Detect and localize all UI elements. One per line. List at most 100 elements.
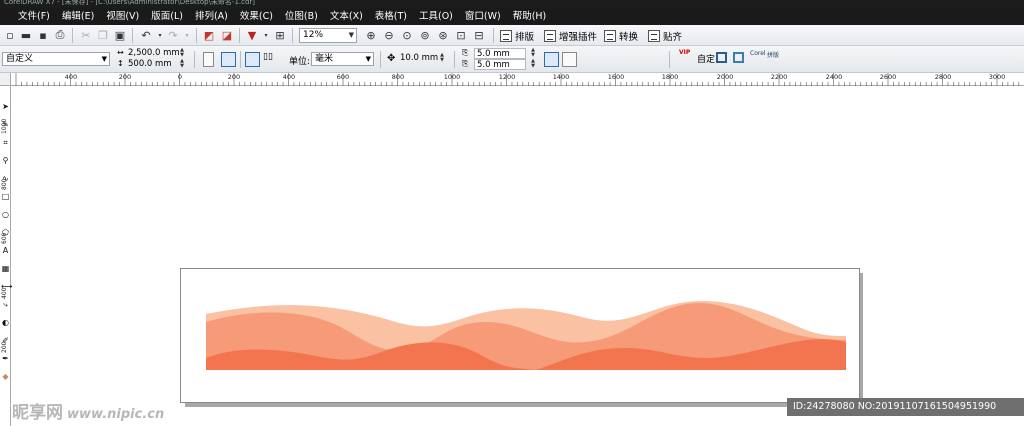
publish-dropdown-icon[interactable]: ▾ xyxy=(259,28,273,42)
duplicate-x-field[interactable]: 5.0 mm xyxy=(474,48,526,59)
crop-tool-icon[interactable]: ⌗ xyxy=(1,138,10,147)
qr-code-icon[interactable]: QR xyxy=(733,52,744,63)
menu-help[interactable]: 帮助(H) xyxy=(509,8,555,25)
ellipse-tool-icon[interactable]: ○ xyxy=(1,210,10,219)
save-icon[interactable]: ▪ xyxy=(36,28,50,42)
current-page-icon[interactable]: ▯▯ xyxy=(263,52,278,67)
zoom-in-icon[interactable]: ⊕ xyxy=(364,28,378,42)
zoom-height-icon[interactable]: ⊟ xyxy=(472,28,486,42)
menu-window[interactable]: 窗口(W) xyxy=(461,8,509,25)
paste-icon[interactable]: ▣ xyxy=(113,28,127,42)
page-height-field[interactable]: 500.0 mm xyxy=(126,59,176,70)
freehand-tool-icon[interactable]: ∿ xyxy=(1,174,10,183)
ruler-label: 1000 xyxy=(443,73,461,81)
qr-code-icon[interactable]: QR xyxy=(716,52,727,63)
draw-objects-icon[interactable] xyxy=(562,52,577,67)
menu-arrange[interactable]: 排列(A) xyxy=(191,8,236,25)
custom-plugin-icon[interactable]: 自定 xyxy=(697,52,715,65)
all-pages-icon[interactable] xyxy=(245,52,260,67)
copy-icon[interactable]: ❐ xyxy=(96,28,110,42)
duplicate-y-field[interactable]: 5.0 mm xyxy=(474,59,526,70)
connector-tool-icon[interactable]: ⤷ xyxy=(1,300,10,309)
toolbox: ➤ ✎ ⌗ ⚲ ∿ □ ○ ⬠ A ▦ ⟷ ⤷ ◐ ✐ ✒ ◆ xyxy=(0,92,12,392)
toolbar-separator xyxy=(669,51,670,68)
menu-text[interactable]: 文本(X) xyxy=(326,8,371,25)
ruler-label: 3000 xyxy=(988,73,1006,81)
enhance-icon xyxy=(544,29,556,42)
toolbar-separator xyxy=(380,51,381,68)
plugin-snap-button[interactable]: 贴齐 xyxy=(648,28,682,43)
imposition-icon[interactable]: 拼版 xyxy=(767,50,779,59)
rectangle-tool-icon[interactable]: □ xyxy=(1,192,10,201)
page-width-icon: ↔ xyxy=(117,48,124,57)
zoom-page-icon[interactable]: ⊛ xyxy=(436,28,450,42)
polygon-tool-icon[interactable]: ⬠ xyxy=(1,228,10,237)
horizontal-ruler[interactable]: 400 200 0 200 400 600 800 1000 1200 1400… xyxy=(11,73,1024,86)
zoom-out-icon[interactable]: ⊖ xyxy=(382,28,396,42)
ruler-origin[interactable] xyxy=(0,73,11,86)
menu-file[interactable]: 文件(F) xyxy=(14,8,58,25)
ruler-label: 2800 xyxy=(934,73,952,81)
menu-bitmaps[interactable]: 位图(B) xyxy=(281,8,326,25)
menu-edit[interactable]: 编辑(E) xyxy=(58,8,102,25)
zoom-level-select[interactable]: 12% ▼ xyxy=(299,28,357,43)
toolbar-separator xyxy=(454,51,455,68)
open-folder-icon[interactable]: ▬ xyxy=(19,28,33,42)
new-document-icon[interactable]: ▫ xyxy=(3,28,17,42)
outline-tool-icon[interactable]: ✒ xyxy=(1,354,10,363)
shape-tool-icon[interactable]: ✎ xyxy=(1,120,10,129)
undo-dropdown-icon[interactable]: ▾ xyxy=(153,28,167,42)
portrait-icon[interactable] xyxy=(203,52,214,67)
print-icon[interactable]: ⎙ xyxy=(53,28,67,42)
page-preset-value: 自定义 xyxy=(6,54,34,64)
ruler-label: 2000 xyxy=(716,73,734,81)
nudge-distance-field[interactable]: 10.0 mm xyxy=(398,53,438,64)
unit-select[interactable]: 毫米 ▼ xyxy=(311,52,374,66)
ruler-label: 800 xyxy=(391,73,405,81)
wave-artwork[interactable] xyxy=(206,300,846,370)
zoom-all-icon[interactable]: ⊚ xyxy=(418,28,432,42)
cut-icon[interactable]: ✂ xyxy=(79,28,93,42)
export-icon[interactable]: ◪ xyxy=(220,28,234,42)
stepper-icon[interactable]: ▲ ▼ xyxy=(438,53,446,64)
redo-dropdown-icon[interactable]: ▾ xyxy=(180,28,194,42)
launcher-icon[interactable]: ⊞ xyxy=(273,28,287,42)
menu-effects[interactable]: 效果(C) xyxy=(236,8,281,25)
unit-label: 单位: xyxy=(289,57,311,67)
page-width-field[interactable]: 2,500.0 mm xyxy=(126,48,180,59)
eyedropper-tool-icon[interactable]: ✐ xyxy=(1,336,10,345)
menu-layout[interactable]: 版面(L) xyxy=(147,8,191,25)
plugin-layout-button[interactable]: 排版 xyxy=(500,28,534,43)
treat-as-filled-icon[interactable] xyxy=(544,52,559,67)
stepper-icon[interactable]: ▲ ▼ xyxy=(178,59,186,70)
zoom-width-icon[interactable]: ⊡ xyxy=(454,28,468,42)
blend-tool-icon[interactable]: ◐ xyxy=(1,318,10,327)
zoom-selected-icon[interactable]: ⊙ xyxy=(400,28,414,42)
pick-tool-icon[interactable]: ➤ xyxy=(1,102,10,111)
fill-tool-icon[interactable]: ◆ xyxy=(1,372,10,381)
stepper-icon[interactable]: ▲ ▼ xyxy=(529,59,537,70)
nudge-icon: ✥ xyxy=(387,53,396,64)
text-tool-icon[interactable]: A xyxy=(1,246,10,255)
page-preset-select[interactable]: 自定义 ▼ xyxy=(2,52,110,66)
table-tool-icon[interactable]: ▦ xyxy=(1,264,10,273)
zoom-tool-icon[interactable]: ⚲ xyxy=(1,156,10,165)
publish-pdf-icon[interactable]: ▼ xyxy=(245,28,259,42)
dimension-tool-icon[interactable]: ⟷ xyxy=(1,282,12,291)
menu-table[interactable]: 表格(T) xyxy=(371,8,415,25)
ruler-label: 1600 xyxy=(607,73,625,81)
toolbar-separator xyxy=(292,28,293,43)
plugin-snap-label: 贴齐 xyxy=(663,31,683,43)
vip-icon[interactable]: VIP xyxy=(679,49,690,56)
menu-view[interactable]: 视图(V) xyxy=(102,8,147,25)
plugin-layout-label: 排版 xyxy=(515,31,535,43)
redo-icon[interactable]: ↷ xyxy=(166,28,180,42)
menu-tools[interactable]: 工具(O) xyxy=(415,8,461,25)
plugin-convert-button[interactable]: 转换 xyxy=(604,28,638,43)
landscape-icon[interactable] xyxy=(221,52,236,67)
import-icon[interactable]: ◩ xyxy=(202,28,216,42)
corel-plugin-icon[interactable]: Corel xyxy=(750,50,766,57)
duplicate-y-icon: ⎘ xyxy=(462,59,469,68)
plugin-enhance-button[interactable]: 增强插件 xyxy=(544,28,597,43)
undo-icon[interactable]: ↶ xyxy=(139,28,153,42)
